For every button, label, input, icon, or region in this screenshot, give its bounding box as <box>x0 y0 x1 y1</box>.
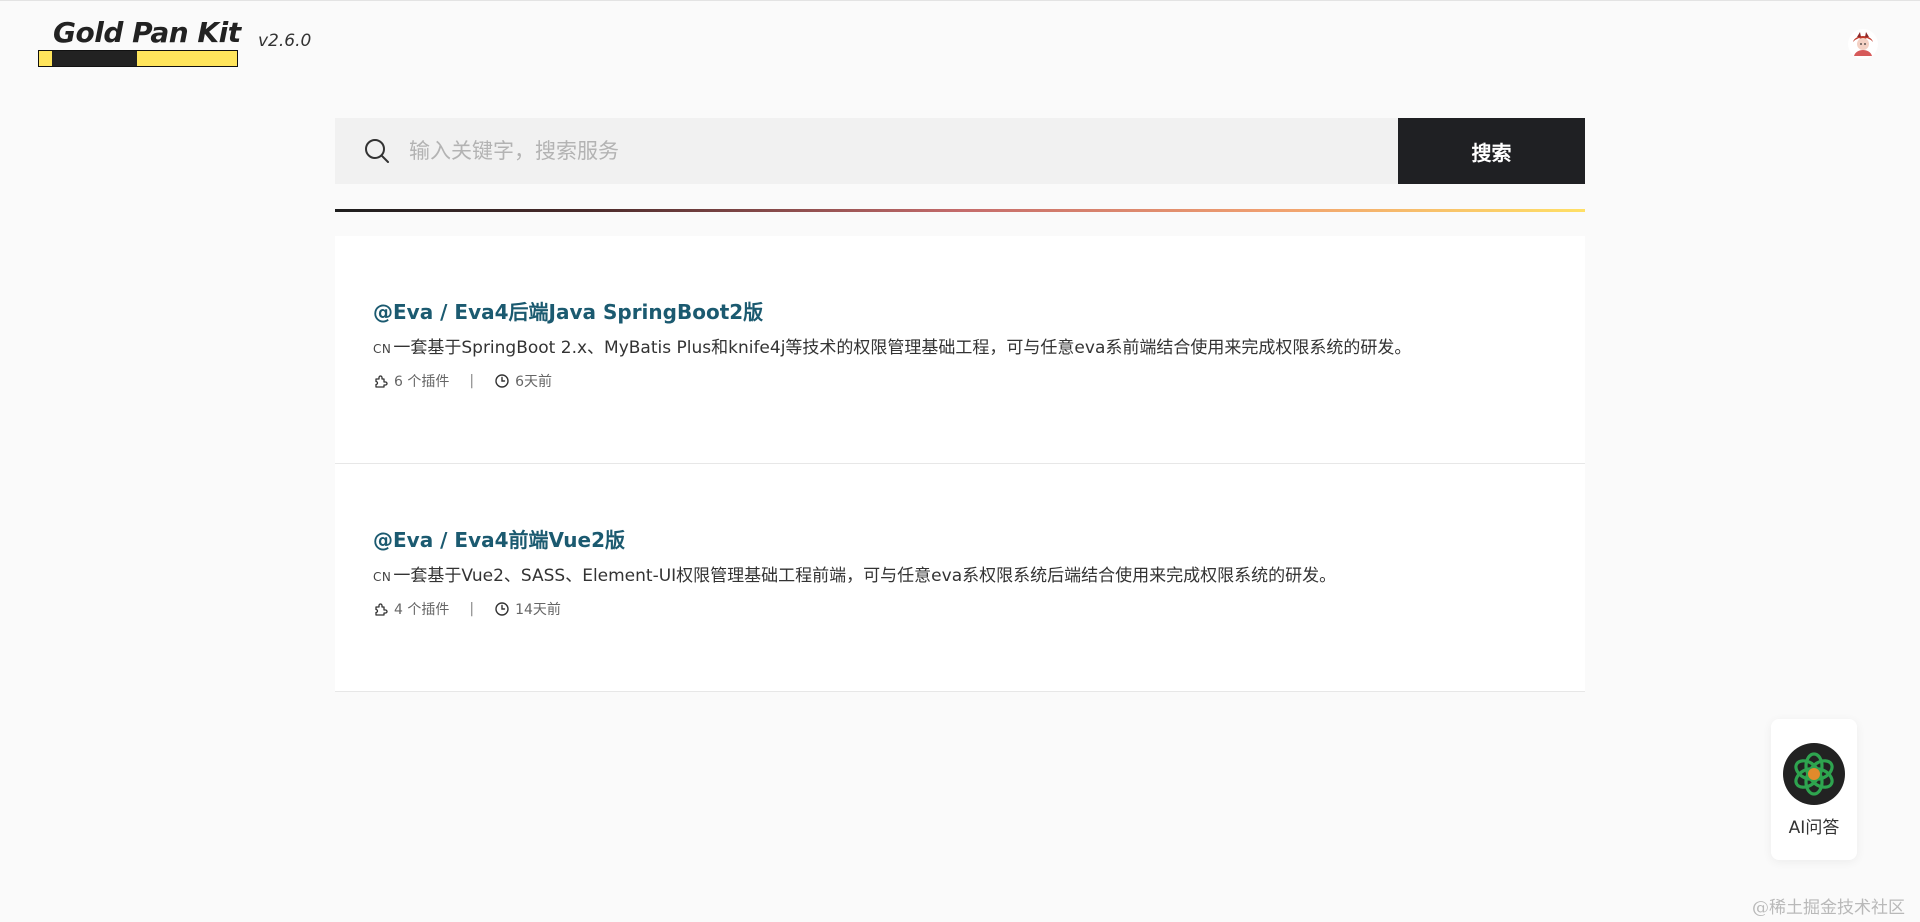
meta-separator: | <box>469 601 475 617</box>
search-input[interactable] <box>409 118 1398 184</box>
result-meta: 6 个插件 | 6天前 <box>373 371 1547 391</box>
ai-qa-label: AI问答 <box>1788 818 1840 838</box>
result-title-link[interactable]: @Eva / Eva4后端Java SpringBoot2版 <box>373 298 1547 326</box>
search-icon <box>365 139 389 163</box>
plugin-icon <box>375 603 388 616</box>
search-field[interactable] <box>335 118 1398 184</box>
result-meta: 4 个插件 | 14天前 <box>373 599 1547 619</box>
watermark: @稀土掘金技术社区 <box>1752 898 1905 918</box>
meta-separator: | <box>469 373 475 389</box>
ai-qa-button[interactable]: AI问答 <box>1771 719 1857 860</box>
gradient-divider <box>335 209 1585 212</box>
logo-bar <box>38 50 238 67</box>
result-description: CN 一套基于SpringBoot 2.x、MyBatis Plus和knife… <box>373 336 1547 361</box>
updated-time: 6天前 <box>515 374 552 390</box>
search-button[interactable]: 搜索 <box>1398 118 1585 184</box>
result-description-text: 一套基于Vue2、SASS、Element-UI权限管理基础工程前端，可与任意e… <box>393 566 1337 586</box>
version-label: v2.6.0 <box>258 31 312 51</box>
clock-icon <box>495 374 509 388</box>
updated-time: 14天前 <box>515 602 561 618</box>
search-box: 搜索 <box>335 118 1585 184</box>
logo[interactable]: Gold Pan Kit <box>38 16 241 68</box>
plugin-count: 6 个插件 <box>394 374 450 390</box>
result-title-link[interactable]: @Eva / Eva4前端Vue2版 <box>373 526 1547 554</box>
language-badge: CN <box>373 570 392 584</box>
plugin-icon <box>375 375 388 388</box>
logo-text: Gold Pan Kit <box>53 16 241 49</box>
user-avatar-icon[interactable] <box>1847 28 1879 60</box>
clock-icon <box>495 602 509 616</box>
plugin-count: 4 个插件 <box>394 602 450 618</box>
list-item[interactable]: @Eva / Eva4前端Vue2版 CN 一套基于Vue2、SASS、Elem… <box>335 464 1585 692</box>
list-item[interactable]: @Eva / Eva4后端Java SpringBoot2版 CN 一套基于Sp… <box>335 236 1585 464</box>
top-divider <box>0 0 1920 1</box>
logo-bar-dark-segment <box>52 51 137 66</box>
language-badge: CN <box>373 342 392 356</box>
result-description-text: 一套基于SpringBoot 2.x、MyBatis Plus和knife4j等… <box>393 338 1412 358</box>
page: Gold Pan Kit v2.6.0 搜索 @E <box>0 0 1920 922</box>
results-list: @Eva / Eva4后端Java SpringBoot2版 CN 一套基于Sp… <box>335 236 1585 692</box>
openai-logo-icon <box>1783 743 1845 805</box>
result-description: CN 一套基于Vue2、SASS、Element-UI权限管理基础工程前端，可与… <box>373 564 1547 589</box>
